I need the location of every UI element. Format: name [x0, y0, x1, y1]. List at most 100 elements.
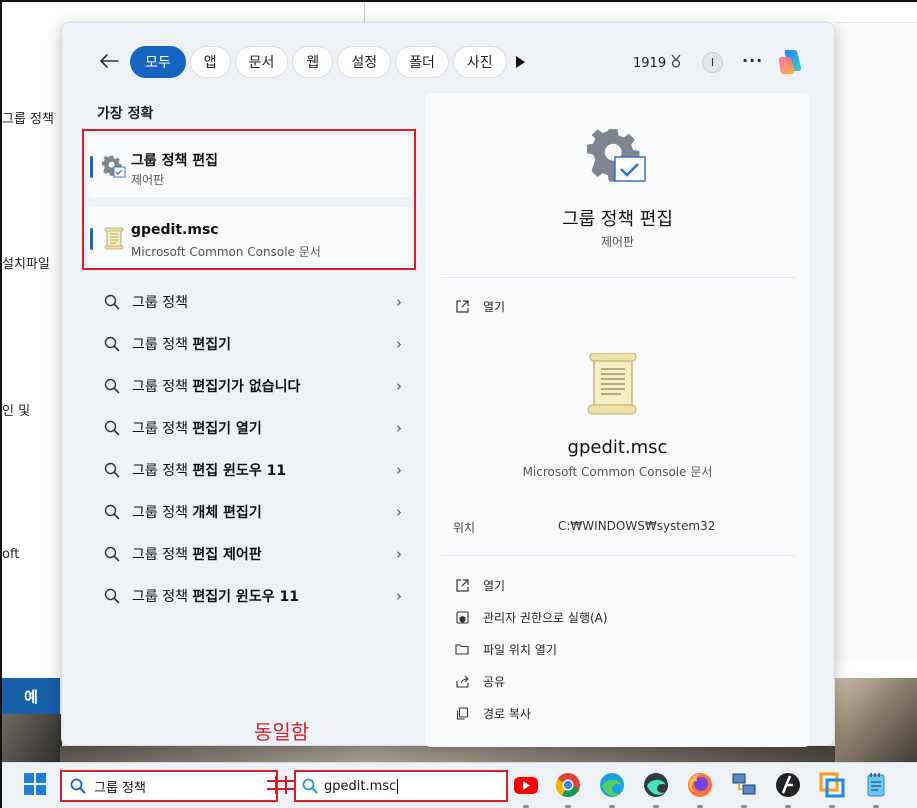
- suggestion-text: 그룹 정책: [132, 292, 188, 312]
- suggestion-text: 그룹 정책 개체 편집기: [132, 502, 262, 522]
- tab-apps[interactable]: 앱: [189, 46, 231, 78]
- suggestion-item[interactable]: 그룹 정책 편집기 ›: [92, 329, 402, 359]
- search-icon: [104, 294, 120, 310]
- gear-icon: [585, 127, 651, 185]
- tab-all[interactable]: 모두: [130, 46, 186, 78]
- search-icon: [104, 420, 120, 436]
- back-arrow-icon[interactable]: [98, 51, 120, 71]
- location-value[interactable]: C:₩WINDOWS₩system32: [558, 519, 715, 533]
- chevron-right-icon[interactable]: ›: [396, 461, 402, 479]
- taskbar-search-box[interactable]: 그룹 정책: [60, 770, 278, 802]
- action-label: 관리자 권한으로 실행(A): [483, 610, 608, 625]
- shield-icon: [455, 610, 469, 624]
- detail-pane: 그룹 정책 편집 제어판 열기 gpedit.msc Microsoft Com…: [425, 93, 810, 747]
- suggestion-prefix: 그룹 정책: [132, 505, 193, 521]
- suggestion-bold: 편집 윈도우 11: [192, 463, 287, 479]
- suggestion-item[interactable]: 그룹 정책 개체 편집기 ›: [92, 497, 402, 527]
- bg-right-panel: [835, 22, 917, 662]
- tab-documents[interactable]: 문서: [234, 46, 289, 78]
- scroll-icon: [585, 352, 641, 417]
- search-icon: [104, 588, 120, 604]
- tab-web[interactable]: 웹: [292, 46, 334, 78]
- edge-icon[interactable]: [598, 771, 626, 799]
- chevron-right-icon[interactable]: ›: [396, 587, 402, 605]
- suggestion-item[interactable]: 그룹 정책 편집 윈도우 11 ›: [92, 455, 402, 485]
- suggestion-bold: 편집기 열기: [192, 421, 262, 437]
- more-options-icon[interactable]: ···: [742, 51, 763, 70]
- search-icon: [104, 378, 120, 394]
- chevron-right-icon[interactable]: ›: [396, 293, 402, 311]
- bg-photo-strip: [60, 746, 835, 762]
- suggestion-bold: 편집기 윈도우 11: [192, 589, 299, 605]
- chevron-right-icon[interactable]: ›: [396, 335, 402, 353]
- opera-icon[interactable]: [774, 771, 802, 799]
- bg-photo-left: [2, 714, 62, 762]
- chevron-right-icon[interactable]: ›: [396, 419, 402, 437]
- best-match-header: 가장 정확: [97, 106, 154, 122]
- suggestion-prefix: 그룹 정책: [132, 589, 193, 605]
- chevron-right-icon[interactable]: ›: [396, 545, 402, 563]
- tab-folders[interactable]: 폴더: [395, 46, 449, 78]
- action-label: 파일 위치 열기: [483, 642, 557, 657]
- taskbar-search-text: 그룹 정책: [94, 780, 146, 796]
- copilot-icon[interactable]: [776, 47, 806, 77]
- bg-text-group-policy: 그룹 정책: [2, 112, 54, 127]
- avatar[interactable]: I: [702, 52, 723, 73]
- search-panel: 모두 앱 문서 웹 설정 폴더 사진 1919 I ··· 가장 정확 그룹 정…: [61, 22, 835, 747]
- edge-canary-icon[interactable]: [642, 771, 670, 799]
- text-caret: [397, 778, 399, 794]
- suggestion-item[interactable]: 그룹 정책 편집기 윈도우 11 ›: [92, 581, 402, 611]
- tab-photos[interactable]: 사진: [452, 46, 507, 78]
- open-action-2[interactable]: 열기: [455, 575, 505, 595]
- open-file-location-action[interactable]: 파일 위치 열기: [455, 639, 557, 659]
- action-label: 경로 복사: [483, 706, 531, 721]
- share-icon: [455, 674, 469, 688]
- suggestion-text: 그룹 정책 편집기: [132, 334, 231, 354]
- suggestion-text: 그룹 정책 편집기 열기: [132, 418, 262, 438]
- more-tabs-play-icon[interactable]: [512, 53, 528, 71]
- copy-icon: [455, 706, 469, 720]
- suggestion-item[interactable]: 그룹 정책 편집 제어판 ›: [92, 539, 402, 569]
- firefox-icon[interactable]: [686, 771, 714, 799]
- taskbar: 그룹 정책 gpedit.msc: [2, 762, 917, 808]
- copy-path-action[interactable]: 경로 복사: [455, 703, 531, 723]
- network-icon[interactable]: [730, 771, 758, 799]
- suggestion-item[interactable]: 그룹 정책 편집기가 없습니다 ›: [92, 371, 402, 401]
- run-as-admin-action[interactable]: 관리자 권한으로 실행(A): [455, 607, 608, 627]
- detail-subtitle: 제어판: [600, 235, 635, 249]
- rewards-points[interactable]: 1919: [633, 54, 682, 72]
- open-action[interactable]: 열기: [455, 296, 505, 316]
- bg-text-and: 인 및: [2, 404, 31, 419]
- taskbar-search-box-2[interactable]: gpedit.msc: [294, 770, 508, 802]
- suggestion-prefix: 그룹 정책: [132, 463, 193, 479]
- search-query: gpedit.msc: [324, 778, 397, 794]
- search-icon: [104, 504, 120, 520]
- notepad-icon[interactable]: [862, 771, 890, 799]
- location-label: 위치: [453, 521, 476, 535]
- suggestion-prefix: 그룹 정책: [132, 337, 193, 353]
- chevron-right-icon[interactable]: ›: [396, 377, 402, 395]
- suggestion-text: 그룹 정책 편집 윈도우 11: [132, 460, 286, 480]
- suggestion-text: 그룹 정책 편집 제어판: [132, 544, 262, 564]
- annotation-same-note: 동일함: [254, 720, 310, 744]
- divider: [441, 555, 795, 556]
- bg-yes-button[interactable]: 예: [2, 678, 60, 714]
- open-external-icon: [455, 578, 469, 592]
- annotation-link: [267, 776, 297, 794]
- suggestion-text: 그룹 정책 편집기 윈도우 11: [132, 586, 299, 606]
- suggestion-bold: 편집 제어판: [192, 547, 262, 563]
- windows-start-icon[interactable]: [24, 773, 46, 795]
- chevron-right-icon[interactable]: ›: [396, 503, 402, 521]
- tab-settings[interactable]: 설정: [337, 46, 392, 78]
- open-external-icon: [455, 299, 469, 313]
- suggestion-prefix: 그룹 정책: [132, 547, 193, 563]
- suggestion-prefix: 그룹 정책: [132, 421, 193, 437]
- suggestion-item[interactable]: 그룹 정책 ›: [92, 287, 402, 317]
- frame-icon[interactable]: [818, 771, 846, 799]
- chrome-icon[interactable]: [554, 771, 582, 799]
- suggestion-prefix: 그룹 정책: [132, 295, 188, 311]
- filter-tabs: 모두 앱 문서 웹 설정 폴더 사진: [130, 46, 507, 78]
- suggestion-item[interactable]: 그룹 정책 편집기 열기 ›: [92, 413, 402, 443]
- share-action[interactable]: 공유: [455, 671, 505, 691]
- youtube-icon[interactable]: [512, 771, 540, 799]
